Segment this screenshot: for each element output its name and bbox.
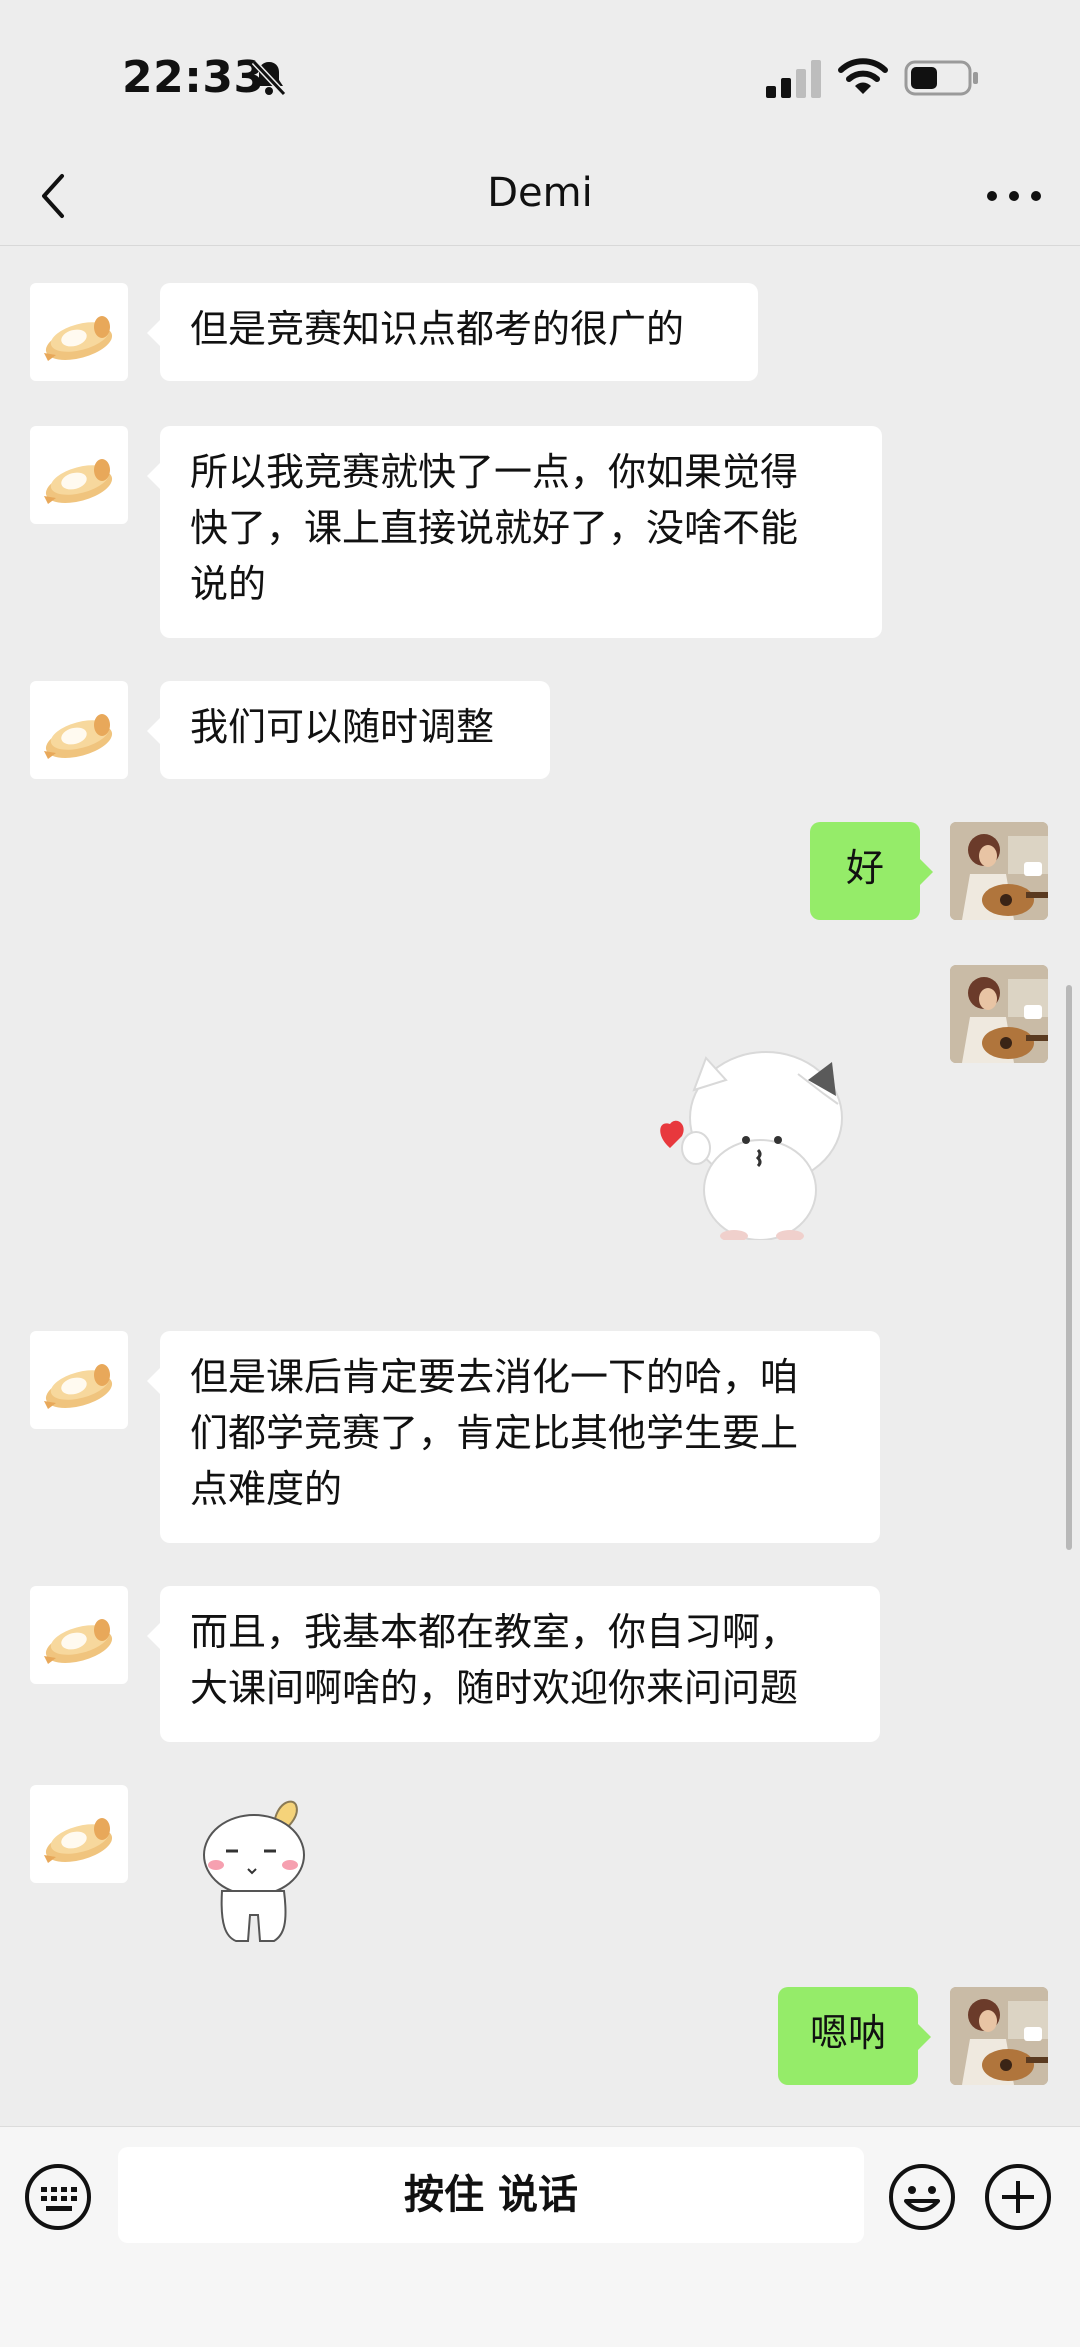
contact-avatar[interactable] [30, 426, 128, 524]
message-text-line: 所以我竞赛就快了一点，你如果觉得 [190, 450, 799, 494]
input-bar: 按住 说话 [0, 2126, 1080, 2347]
status-time: 22:33 [122, 52, 265, 103]
battery-icon [904, 60, 978, 96]
keyboard-icon[interactable] [24, 2163, 92, 2231]
message-text-line: 说的 [190, 562, 267, 606]
message-text: 好 [845, 846, 884, 890]
wifi-icon [838, 58, 888, 94]
emoji-icon[interactable] [888, 2163, 956, 2231]
message-text: 嗯呐 [809, 2011, 886, 2055]
cat-blowing-kiss-heart-sticker[interactable] [648, 1040, 872, 1240]
my-avatar[interactable] [950, 822, 1048, 920]
message-text-line: 大课间啊啥的，随时欢迎你来问问题 [190, 1666, 799, 1710]
chat-title: Demi [487, 170, 593, 216]
chat-header: Demi [0, 150, 1080, 246]
message-text-line: 快了，课上直接说就好了，没啥不能 [190, 506, 799, 550]
my-avatar[interactable] [950, 1987, 1048, 2085]
my-avatar[interactable] [950, 965, 1048, 1063]
message-text: 我们可以随时调整 [190, 705, 495, 749]
message-text-line: 们都学竞赛了，肯定比其他学生要上 [190, 1411, 799, 1455]
message-text: 但是竞赛知识点都考的很广的 [190, 307, 685, 351]
bell-muted-icon [251, 59, 287, 97]
message-bubble-sent[interactable]: 好 [810, 822, 933, 920]
chat-scrollbar[interactable] [1066, 985, 1072, 1550]
message-text-line: 而且，我基本都在教室，你自习啊， [190, 1610, 799, 1654]
contact-avatar[interactable] [30, 1785, 128, 1883]
contact-avatar[interactable] [30, 681, 128, 779]
contact-avatar[interactable] [30, 283, 128, 381]
message-text-line: 但是课后肯定要去消化一下的哈，咱 [190, 1355, 799, 1399]
contact-avatar[interactable] [30, 1331, 128, 1429]
message-bubble-received[interactable]: 但是课后肯定要去消化一下的哈，咱 们都学竞赛了，肯定比其他学生要上 点难度的 [147, 1331, 880, 1543]
hold-to-talk-button[interactable]: 按住 说话 [118, 2147, 864, 2243]
message-bubble-received[interactable]: 而且，我基本都在教室，你自习啊， 大课间啊啥的，随时欢迎你来问问题 [147, 1586, 880, 1742]
message-bubble-received[interactable]: 所以我竞赛就快了一点，你如果觉得 快了，课上直接说就好了，没啥不能 说的 [147, 426, 882, 638]
plus-icon[interactable] [984, 2163, 1052, 2231]
message-bubble-received[interactable]: 但是竞赛知识点都考的很广的 [147, 283, 758, 381]
cellular-signal-icon [766, 60, 821, 98]
message-bubble-sent[interactable]: 嗯呐 [778, 1987, 931, 2085]
message-bubble-received[interactable]: 我们可以随时调整 [147, 681, 550, 779]
contact-avatar[interactable] [30, 1586, 128, 1684]
status-bar: 22:33 [0, 0, 1080, 150]
message-text-line: 点难度的 [190, 1467, 343, 1511]
white-bunny-blushing-sticker[interactable] [196, 1795, 320, 1947]
more-dots-icon[interactable] [984, 178, 1044, 214]
